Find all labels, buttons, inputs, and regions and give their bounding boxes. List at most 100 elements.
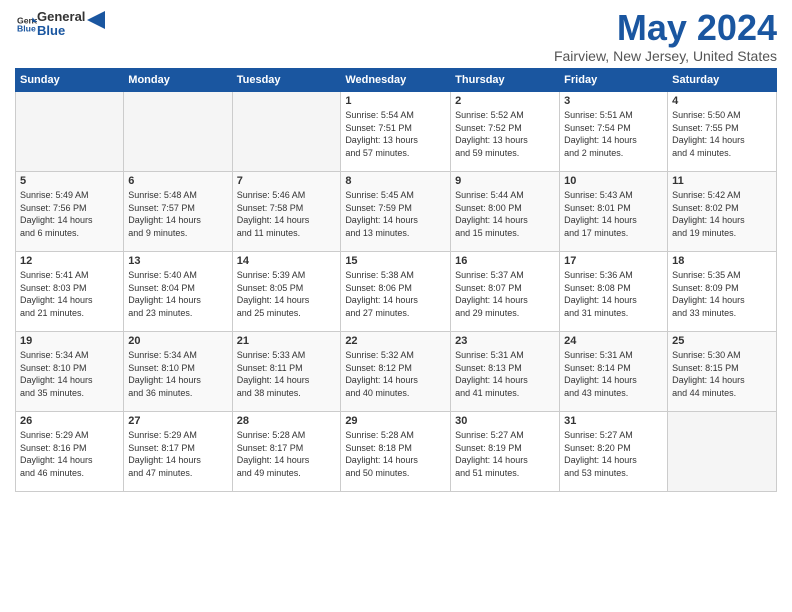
logo: General Blue General Blue — [15, 10, 105, 39]
day-info-line: Sunset: 8:19 PM — [455, 442, 555, 455]
day-info-line: Sunset: 8:11 PM — [237, 362, 337, 375]
day-info-line: Sunset: 7:59 PM — [345, 202, 446, 215]
day-info-line: and 59 minutes. — [455, 147, 555, 160]
logo-icon: General Blue — [17, 14, 37, 34]
day-number: 25 — [672, 335, 772, 347]
day-number: 19 — [20, 335, 119, 347]
day-info-line: and 17 minutes. — [564, 227, 663, 240]
day-info-line: Daylight: 14 hours — [455, 374, 555, 387]
calendar-cell: 6Sunrise: 5:48 AMSunset: 7:57 PMDaylight… — [124, 172, 232, 252]
day-number: 27 — [128, 415, 227, 427]
calendar-cell: 30Sunrise: 5:27 AMSunset: 8:19 PMDayligh… — [451, 412, 560, 492]
day-info-line: and 53 minutes. — [564, 467, 663, 480]
day-info-line: Daylight: 13 hours — [455, 134, 555, 147]
day-number: 31 — [564, 415, 663, 427]
logo-blue-text: Blue — [37, 24, 85, 38]
day-info-line: and 25 minutes. — [237, 307, 337, 320]
day-info-line: Sunrise: 5:38 AM — [345, 269, 446, 282]
day-info-line: Sunset: 8:12 PM — [345, 362, 446, 375]
page-container: General Blue General Blue May 2024 Fairv… — [0, 0, 792, 502]
day-info-line: Sunrise: 5:29 AM — [20, 429, 119, 442]
day-info-line: Daylight: 14 hours — [20, 294, 119, 307]
day-info-line: Daylight: 14 hours — [237, 294, 337, 307]
day-info-line: Sunset: 8:18 PM — [345, 442, 446, 455]
day-info-line: and 15 minutes. — [455, 227, 555, 240]
day-info-line: and 38 minutes. — [237, 387, 337, 400]
calendar-cell — [16, 92, 124, 172]
day-info-line: and 19 minutes. — [672, 227, 772, 240]
header-monday: Monday — [124, 69, 232, 92]
day-info-line: Daylight: 13 hours — [345, 134, 446, 147]
day-info-line: Sunset: 7:51 PM — [345, 122, 446, 135]
logo-arrow-icon — [87, 11, 105, 29]
day-info-line: Daylight: 14 hours — [237, 454, 337, 467]
calendar-cell — [124, 92, 232, 172]
calendar-cell: 8Sunrise: 5:45 AMSunset: 7:59 PMDaylight… — [341, 172, 451, 252]
day-info-line: Sunrise: 5:31 AM — [455, 349, 555, 362]
page-header: General Blue General Blue May 2024 Fairv… — [15, 10, 777, 64]
day-info-line: and 50 minutes. — [345, 467, 446, 480]
day-info-line: Daylight: 14 hours — [20, 214, 119, 227]
day-info-line: Daylight: 14 hours — [20, 454, 119, 467]
day-info-line: Sunrise: 5:35 AM — [672, 269, 772, 282]
day-number: 16 — [455, 255, 555, 267]
day-info-line: and 31 minutes. — [564, 307, 663, 320]
day-info-line: and 2 minutes. — [564, 147, 663, 160]
day-info-line: Daylight: 14 hours — [237, 374, 337, 387]
day-info-line: Sunset: 8:06 PM — [345, 282, 446, 295]
day-number: 24 — [564, 335, 663, 347]
day-info-line: and 51 minutes. — [455, 467, 555, 480]
calendar-cell: 24Sunrise: 5:31 AMSunset: 8:14 PMDayligh… — [560, 332, 668, 412]
day-info-line: Sunrise: 5:42 AM — [672, 189, 772, 202]
calendar-cell: 7Sunrise: 5:46 AMSunset: 7:58 PMDaylight… — [232, 172, 341, 252]
calendar-header-row: Sunday Monday Tuesday Wednesday Thursday… — [16, 69, 777, 92]
day-number: 10 — [564, 175, 663, 187]
day-info-line: and 36 minutes. — [128, 387, 227, 400]
day-number: 1 — [345, 95, 446, 107]
day-info-line: and 13 minutes. — [345, 227, 446, 240]
day-info-line: Sunrise: 5:28 AM — [237, 429, 337, 442]
calendar-cell: 21Sunrise: 5:33 AMSunset: 8:11 PMDayligh… — [232, 332, 341, 412]
day-info-line: and 46 minutes. — [20, 467, 119, 480]
calendar-cell: 27Sunrise: 5:29 AMSunset: 8:17 PMDayligh… — [124, 412, 232, 492]
header-sunday: Sunday — [16, 69, 124, 92]
day-info-line: Sunset: 8:07 PM — [455, 282, 555, 295]
day-info-line: Sunset: 8:16 PM — [20, 442, 119, 455]
calendar-cell — [232, 92, 341, 172]
calendar-cell: 29Sunrise: 5:28 AMSunset: 8:18 PMDayligh… — [341, 412, 451, 492]
day-info-line: Sunset: 7:55 PM — [672, 122, 772, 135]
day-info-line: and 21 minutes. — [20, 307, 119, 320]
day-info-line: Daylight: 14 hours — [672, 214, 772, 227]
day-info-line: Sunset: 8:05 PM — [237, 282, 337, 295]
day-info-line: Sunrise: 5:40 AM — [128, 269, 227, 282]
day-info-line: Daylight: 14 hours — [564, 374, 663, 387]
day-info-line: Sunrise: 5:28 AM — [345, 429, 446, 442]
day-info-line: Daylight: 14 hours — [345, 454, 446, 467]
calendar-table: Sunday Monday Tuesday Wednesday Thursday… — [15, 68, 777, 492]
calendar-cell: 23Sunrise: 5:31 AMSunset: 8:13 PMDayligh… — [451, 332, 560, 412]
day-number: 17 — [564, 255, 663, 267]
day-info-line: and 41 minutes. — [455, 387, 555, 400]
day-number: 9 — [455, 175, 555, 187]
day-info-line: Sunset: 8:04 PM — [128, 282, 227, 295]
calendar-cell: 4Sunrise: 5:50 AMSunset: 7:55 PMDaylight… — [668, 92, 777, 172]
day-number: 2 — [455, 95, 555, 107]
day-info-line: Sunrise: 5:54 AM — [345, 109, 446, 122]
day-info-line: Sunrise: 5:46 AM — [237, 189, 337, 202]
day-number: 12 — [20, 255, 119, 267]
header-thursday: Thursday — [451, 69, 560, 92]
calendar-cell: 12Sunrise: 5:41 AMSunset: 8:03 PMDayligh… — [16, 252, 124, 332]
day-info-line: Sunrise: 5:52 AM — [455, 109, 555, 122]
day-number: 7 — [237, 175, 337, 187]
day-info-line: and 6 minutes. — [20, 227, 119, 240]
day-number: 5 — [20, 175, 119, 187]
day-number: 11 — [672, 175, 772, 187]
calendar-cell: 19Sunrise: 5:34 AMSunset: 8:10 PMDayligh… — [16, 332, 124, 412]
day-info-line: Daylight: 14 hours — [455, 294, 555, 307]
day-number: 18 — [672, 255, 772, 267]
day-info-line: Sunrise: 5:37 AM — [455, 269, 555, 282]
day-info-line: Sunset: 7:57 PM — [128, 202, 227, 215]
day-info-line: Sunset: 8:10 PM — [20, 362, 119, 375]
week-row-3: 12Sunrise: 5:41 AMSunset: 8:03 PMDayligh… — [16, 252, 777, 332]
day-info-line: and 11 minutes. — [237, 227, 337, 240]
